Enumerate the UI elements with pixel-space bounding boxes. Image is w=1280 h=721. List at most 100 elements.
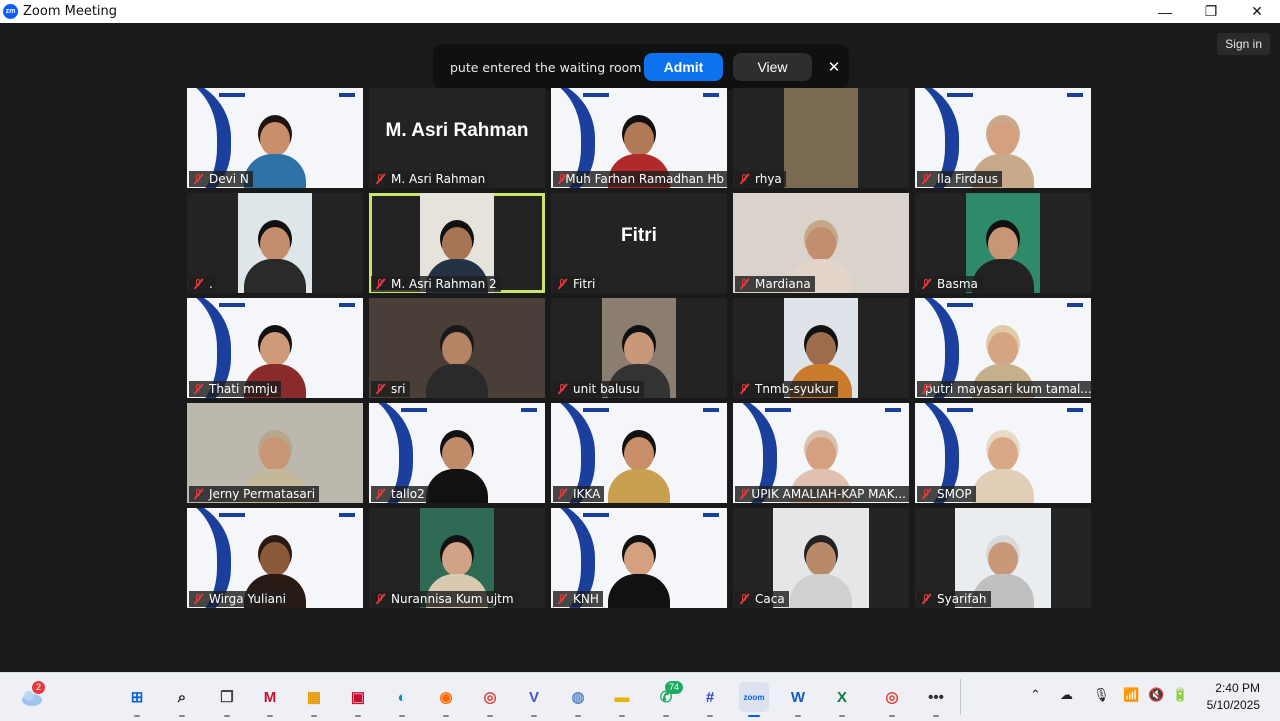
task-view-icon[interactable]: ❐: [215, 685, 239, 709]
participant-tile[interactable]: IKKA: [551, 403, 727, 503]
more-apps-icon[interactable]: •••: [924, 685, 948, 709]
clock-time: 2:40 PM: [1215, 681, 1260, 695]
participant-silhouette: [790, 542, 852, 608]
participant-tile[interactable]: Thati mmju: [187, 298, 363, 398]
muted-mic-icon: [738, 593, 750, 605]
participant-tile[interactable]: Basma: [915, 193, 1091, 293]
vivaldi-icon[interactable]: V: [522, 685, 546, 709]
chrome-profile-icon[interactable]: ◎: [880, 685, 904, 709]
participant-tile[interactable]: M. Asri Rahman M. Asri Rahman: [369, 88, 545, 188]
banner-logo-left: [219, 303, 245, 307]
close-notification-icon[interactable]: ✕: [824, 58, 844, 76]
microphone-icon[interactable]: 🎙: [1093, 687, 1110, 703]
running-indicator: [134, 715, 140, 717]
admit-button[interactable]: Admit: [644, 53, 723, 81]
sign-in-button[interactable]: Sign in: [1217, 33, 1270, 55]
muted-mic-icon: [738, 383, 750, 395]
participant-tile[interactable]: Syarifah: [915, 508, 1091, 608]
chrome-icon[interactable]: ◎: [478, 685, 502, 709]
close-window-button[interactable]: ✕: [1234, 0, 1280, 23]
tray-chevron-icon[interactable]: ⌃: [1030, 687, 1041, 703]
zoom-app-icon: zm: [3, 4, 18, 19]
battery-icon[interactable]: 🔋: [1172, 687, 1188, 703]
participant-tile[interactable]: unit balusu: [551, 298, 727, 398]
participant-name-display: Fitri: [621, 225, 657, 246]
edge-icon[interactable]: ◐: [390, 685, 414, 709]
participant-name: Ila Firdaus: [937, 172, 998, 186]
participant-tile[interactable]: Muh Farhan Ramadhan Hb: [551, 88, 727, 188]
running-indicator: [795, 715, 801, 717]
participant-name-label: Mardiana: [735, 276, 815, 292]
muted-mic-icon: [920, 488, 932, 500]
participant-tile[interactable]: SMOP: [915, 403, 1091, 503]
participant-name: Devi N: [209, 172, 249, 186]
muted-mic-icon: [556, 593, 568, 605]
onedrive-icon[interactable]: ☁: [1060, 687, 1073, 703]
word-icon[interactable]: W: [786, 685, 810, 709]
participant-tile[interactable]: tallo2: [369, 403, 545, 503]
excel-icon[interactable]: X: [830, 685, 854, 709]
participant-tile[interactable]: Caca: [733, 508, 909, 608]
running-indicator: [311, 715, 317, 717]
participant-silhouette: [972, 437, 1034, 503]
mcafee-icon[interactable]: M: [258, 685, 282, 709]
participant-tile[interactable]: KNH: [551, 508, 727, 608]
participant-name: M. Asri Rahman 2: [391, 277, 497, 291]
muted-mic-icon: [374, 488, 386, 500]
participant-name-label: Muh Farhan Ramadhan Hb: [553, 171, 727, 187]
store-icon[interactable]: ▦: [302, 685, 326, 709]
volume-muted-icon[interactable]: 🔇: [1148, 687, 1164, 703]
start-icon[interactable]: ⊞: [125, 685, 149, 709]
system-clock[interactable]: 2:40 PM 5/10/2025: [1207, 680, 1260, 714]
banner-logo-left: [219, 93, 245, 97]
participant-tile[interactable]: Ila Firdaus: [915, 88, 1091, 188]
mega-icon[interactable]: ▣: [346, 685, 370, 709]
weather-badge: 2: [32, 681, 46, 694]
participant-tile[interactable]: rhya: [733, 88, 909, 188]
muted-mic-icon: [738, 173, 750, 185]
banner-logo-right: [885, 408, 901, 412]
hash-app-icon[interactable]: #: [698, 685, 722, 709]
banner-logo-right: [703, 513, 719, 517]
search-icon[interactable]: ⌕: [170, 685, 194, 709]
banner-logo-right: [1067, 303, 1083, 307]
muted-mic-icon: [738, 488, 747, 500]
participant-tile[interactable]: putri mayasari kum tamal...: [915, 298, 1091, 398]
taskbar-divider: [960, 679, 961, 715]
participant-tile[interactable]: Tnmb-syukur: [733, 298, 909, 398]
muted-mic-icon: [374, 173, 386, 185]
participant-tile[interactable]: .: [187, 193, 363, 293]
participant-tile[interactable]: M. Asri Rahman 2: [369, 193, 545, 293]
firefox-icon[interactable]: ◉: [434, 685, 458, 709]
muted-mic-icon: [192, 383, 204, 395]
participant-name: Basma: [937, 277, 978, 291]
wifi-icon[interactable]: 📶: [1123, 687, 1139, 703]
banner-logo-right: [703, 408, 719, 412]
running-indicator: [399, 715, 405, 717]
participant-name-label: Basma: [917, 276, 982, 292]
participant-tile[interactable]: Mardiana: [733, 193, 909, 293]
participant-silhouette: [244, 122, 306, 188]
file-explorer-icon[interactable]: ▬: [610, 685, 634, 709]
minimize-button[interactable]: —: [1142, 0, 1188, 23]
globe-app-icon[interactable]: ◍: [566, 685, 590, 709]
participant-tile[interactable]: Wirga Yuliani: [187, 508, 363, 608]
banner-logo-right: [339, 93, 355, 97]
running-indicator: [355, 715, 361, 717]
participant-tile[interactable]: Nurannisa Kum ujtm: [369, 508, 545, 608]
muted-mic-icon: [738, 278, 750, 290]
participant-tile[interactable]: Devi N: [187, 88, 363, 188]
maximize-button[interactable]: ❐: [1188, 0, 1234, 23]
view-button[interactable]: View: [733, 53, 812, 81]
participant-name: .: [209, 277, 213, 291]
zoom-icon[interactable]: zoom: [739, 682, 769, 712]
participant-name: Wirga Yuliani: [209, 592, 286, 606]
banner-logo-left: [947, 408, 973, 412]
participant-tile[interactable]: Fitri Fitri: [551, 193, 727, 293]
participant-tile[interactable]: UPIK AMALIAH-KAP MAK...: [733, 403, 909, 503]
participant-tile[interactable]: sri: [369, 298, 545, 398]
banner-logo-right: [1067, 93, 1083, 97]
participant-name-label: Tnmb-syukur: [735, 381, 838, 397]
participant-tile[interactable]: Jerny Permatasari: [187, 403, 363, 503]
participant-name: Fitri: [573, 277, 596, 291]
